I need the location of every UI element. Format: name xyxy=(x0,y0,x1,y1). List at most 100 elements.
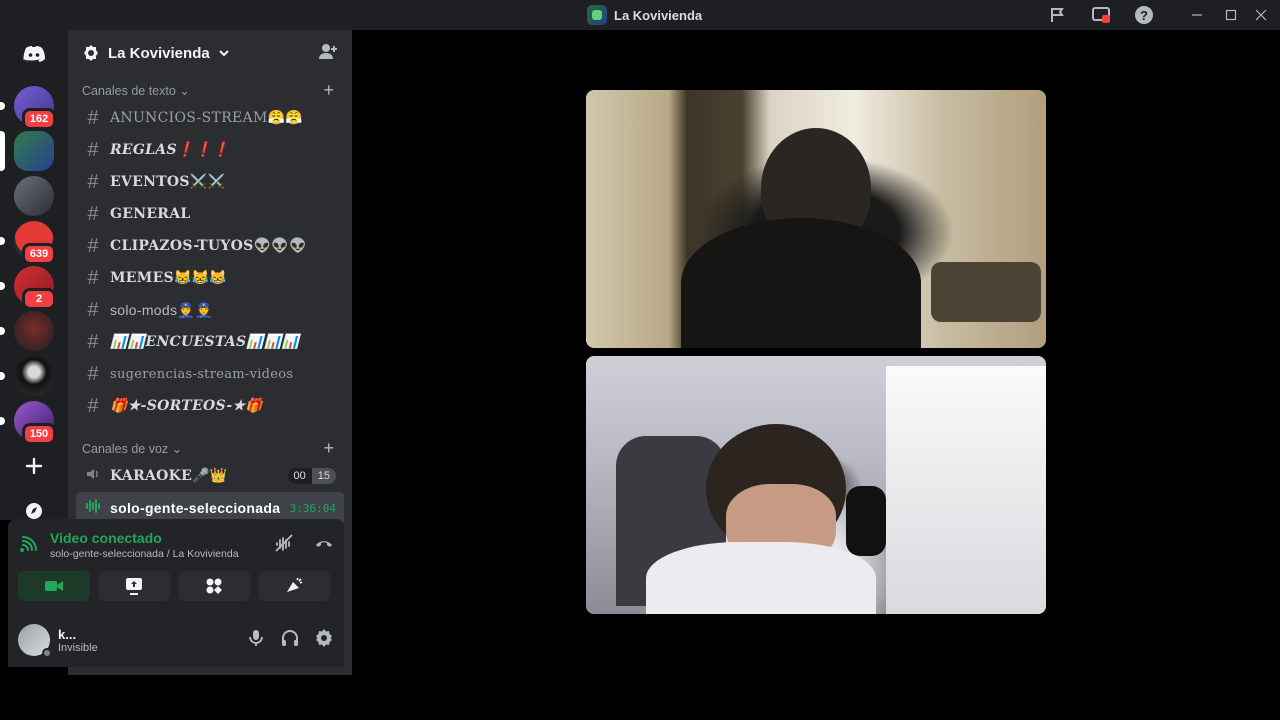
server-item[interactable]: 2 xyxy=(0,266,56,310)
microphone-icon[interactable] xyxy=(246,628,266,653)
shelf xyxy=(886,366,1046,614)
discord-home-icon[interactable] xyxy=(14,38,54,70)
chevron-down-icon xyxy=(218,50,229,57)
unread-pip xyxy=(0,237,5,245)
minimize-icon[interactable] xyxy=(1187,5,1207,25)
chevron-down-icon: ⌄ xyxy=(179,83,190,98)
unread-pip xyxy=(0,372,5,380)
sofa xyxy=(931,262,1041,322)
text-channel[interactable]: # sugerencias-stream-videos xyxy=(76,358,344,390)
text-channel[interactable]: # EVENTOS⚔️⚔️ xyxy=(76,166,344,198)
hash-lock-icon: # xyxy=(87,298,99,321)
camera-icon xyxy=(45,581,63,591)
hash-icon: # xyxy=(87,202,99,225)
hash-icon: # xyxy=(87,394,99,417)
flag-icon[interactable] xyxy=(1048,5,1068,25)
voice-status-row: Video conectado solo-gente-seleccionada … xyxy=(20,527,334,563)
chevron-down-icon: ⌄ xyxy=(171,441,183,456)
soundboard-button[interactable] xyxy=(258,571,330,601)
headphones-icon[interactable] xyxy=(280,628,300,653)
user-avatar[interactable] xyxy=(18,624,52,658)
channel-name: KARAOKE🎤👑 xyxy=(110,468,228,484)
user-limit-count: 15 xyxy=(311,468,336,484)
server-item[interactable]: 162 xyxy=(0,86,56,130)
voice-location[interactable]: solo-gente-seleccionada / La Kovivienda xyxy=(50,548,239,560)
screen-share-icon[interactable] xyxy=(1091,5,1111,25)
speaker-icon xyxy=(84,465,102,488)
text-channel[interactable]: # ANUNCIOS-STREAM😤😤 xyxy=(76,102,344,134)
category-label: Canales de voz xyxy=(82,441,169,456)
text-channel[interactable]: # CLIPAZOS-TUYOS👽👽👽 xyxy=(76,230,344,262)
voice-channel[interactable]: KARAOKE🎤👑 00 15 xyxy=(76,460,344,492)
video-stage xyxy=(352,30,1280,720)
server-rail: 162 639 2 150 xyxy=(0,30,68,520)
maximize-icon[interactable] xyxy=(1221,5,1241,25)
guild-name[interactable]: La Kovivienda xyxy=(82,44,230,62)
text-channel[interactable]: # REGLAS❗❗❗ xyxy=(76,134,344,166)
verified-gear-icon xyxy=(84,45,98,61)
settings-gear-icon[interactable] xyxy=(314,628,334,653)
hash-icon: # xyxy=(87,362,99,385)
status-invisible-icon xyxy=(42,648,52,658)
server-item[interactable] xyxy=(0,356,54,396)
channel-name: CLIPAZOS-TUYOS👽👽👽 xyxy=(110,238,307,254)
server-avatar xyxy=(14,356,54,396)
video-tile[interactable] xyxy=(586,90,1046,348)
video-tile[interactable] xyxy=(586,356,1046,614)
camera-button[interactable] xyxy=(18,571,90,601)
share-screen-icon xyxy=(126,578,142,595)
user-info[interactable]: k... Invisible xyxy=(58,627,98,654)
channel-name: 🎁★-SORTEOS-★🎁 xyxy=(110,398,264,414)
unread-pip xyxy=(0,417,5,425)
add-channel-icon[interactable]: + xyxy=(323,80,334,101)
invite-people-icon[interactable] xyxy=(318,42,338,65)
disconnect-icon[interactable] xyxy=(314,533,334,558)
unread-pip xyxy=(0,102,5,110)
add-channel-icon[interactable]: + xyxy=(323,438,334,459)
text-channel[interactable]: # MEMES😹😹😹 xyxy=(76,262,344,294)
signal-icon xyxy=(20,533,40,558)
channel-name: EVENTOS⚔️⚔️ xyxy=(110,174,226,190)
hash-icon: # xyxy=(87,106,99,129)
help-icon[interactable]: ? xyxy=(1134,5,1154,25)
server-item[interactable]: 150 xyxy=(0,401,56,445)
share-screen-button[interactable] xyxy=(98,571,170,601)
guild-name-text: La Kovivienda xyxy=(108,44,210,62)
title-bar: La Kovivienda ? xyxy=(0,0,1280,30)
add-server-button[interactable] xyxy=(14,446,54,486)
activities-button[interactable] xyxy=(178,571,250,601)
text-channel[interactable]: # 📊📊ENCUESTAS📊📊📊 xyxy=(76,326,344,358)
microphone xyxy=(846,486,886,556)
guild-header[interactable]: La Kovivienda xyxy=(68,30,352,76)
channel-name: REGLAS❗❗❗ xyxy=(110,142,231,158)
activities-icon xyxy=(206,578,222,594)
user-status: Invisible xyxy=(58,641,98,654)
hash-icon: # xyxy=(87,170,99,193)
window-title: La Kovivienda xyxy=(587,5,702,25)
server-avatar xyxy=(14,311,54,351)
hash-icon: # xyxy=(87,330,99,353)
category-voice[interactable]: Canales de voz ⌄ + xyxy=(68,436,352,460)
server-item-active[interactable] xyxy=(0,131,54,171)
channel-name: GENERAL xyxy=(110,206,191,222)
hash-icon: # xyxy=(87,234,99,257)
participant-body xyxy=(646,542,876,614)
text-channel-private[interactable]: # solo-mods👮👮 xyxy=(76,294,344,326)
close-icon[interactable] xyxy=(1251,5,1271,25)
mention-badge: 639 xyxy=(22,243,56,265)
server-item[interactable]: 639 xyxy=(0,221,56,265)
channel-name: 📊📊ENCUESTAS📊📊📊 xyxy=(110,334,300,350)
server-item[interactable] xyxy=(14,176,54,216)
mention-badge: 162 xyxy=(22,108,56,130)
voice-status[interactable]: Video conectado xyxy=(50,530,239,546)
text-channel[interactable]: # 🎁★-SORTEOS-★🎁 xyxy=(76,390,344,422)
unread-pip xyxy=(0,327,5,335)
noise-suppression-off-icon[interactable] xyxy=(274,533,294,558)
soundboard-icon xyxy=(287,577,303,592)
username: k... xyxy=(58,626,77,642)
text-channel[interactable]: # GENERAL xyxy=(76,198,344,230)
category-text[interactable]: Canales de texto ⌄ + xyxy=(68,78,352,102)
server-item[interactable] xyxy=(0,311,54,351)
channel-name: sugerencias-stream-videos xyxy=(110,366,294,382)
channel-name: solo-gente-seleccionada xyxy=(110,500,281,516)
